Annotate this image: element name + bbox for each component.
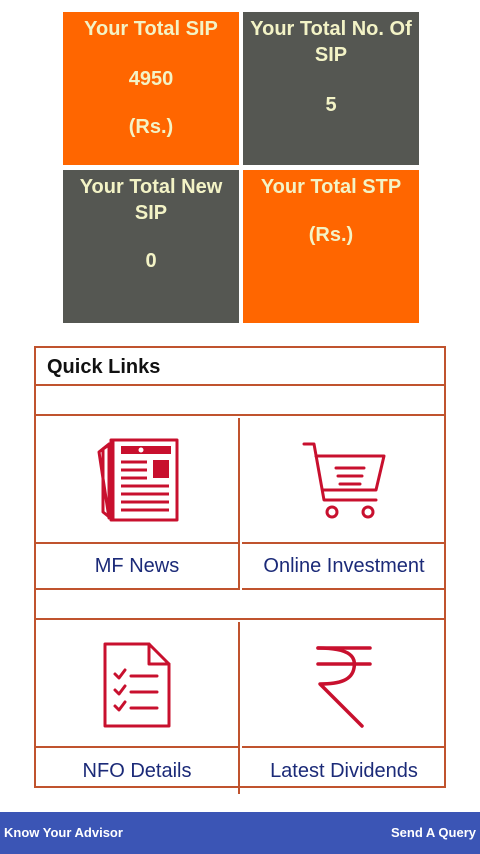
- mf-news-link[interactable]: MF News: [36, 544, 240, 590]
- total-stp-title: Your Total STP: [260, 176, 402, 198]
- total-no-sip-title-1: Your Total No. Of: [250, 18, 412, 40]
- quick-links-header: Quick Links: [36, 348, 444, 386]
- total-new-sip-title-2: SIP: [134, 202, 168, 224]
- total-new-sip-value: 0: [145, 250, 157, 272]
- total-stp-tile[interactable]: Your Total STP (Rs.): [243, 170, 419, 323]
- know-your-advisor-link[interactable]: Know Your Advisor: [4, 825, 123, 840]
- total-new-sip-title-1: Your Total New: [79, 176, 223, 198]
- latest-dividends-link[interactable]: Latest Dividends: [242, 748, 446, 794]
- quick-links-spacer-2: [36, 592, 444, 620]
- newspaper-icon: [97, 438, 179, 522]
- total-sip-title: Your Total SIP: [84, 18, 218, 40]
- total-sip-tile[interactable]: Your Total SIP 4950 (Rs.): [63, 12, 239, 165]
- mf-news-tile[interactable]: [36, 418, 240, 544]
- quick-links-panel: Quick Links MF News Online Investment NF…: [34, 346, 446, 794]
- total-new-sip-tile[interactable]: Your Total New SIP 0: [63, 170, 239, 323]
- footer-bar: Know Your Advisor Send A Query: [0, 812, 480, 854]
- send-a-query-link[interactable]: Send A Query: [391, 825, 476, 840]
- total-no-sip-value: 5: [325, 94, 337, 116]
- nfo-details-tile[interactable]: [36, 622, 240, 748]
- rupee-icon: [316, 646, 372, 728]
- quick-links-spacer: [36, 388, 444, 416]
- total-sip-value: 4950: [128, 68, 174, 90]
- online-investment-link[interactable]: Online Investment: [242, 544, 446, 590]
- checklist-document-icon: [103, 642, 171, 728]
- total-stp-unit: (Rs.): [308, 224, 354, 246]
- shopping-cart-icon: [302, 442, 386, 519]
- online-investment-tile[interactable]: [242, 418, 446, 544]
- total-sip-unit: (Rs.): [128, 116, 174, 138]
- total-no-sip-tile[interactable]: Your Total No. Of SIP 5: [243, 12, 419, 165]
- nfo-details-link[interactable]: NFO Details: [36, 748, 240, 794]
- total-no-sip-title-2: SIP: [314, 44, 348, 66]
- latest-dividends-tile[interactable]: [242, 622, 446, 748]
